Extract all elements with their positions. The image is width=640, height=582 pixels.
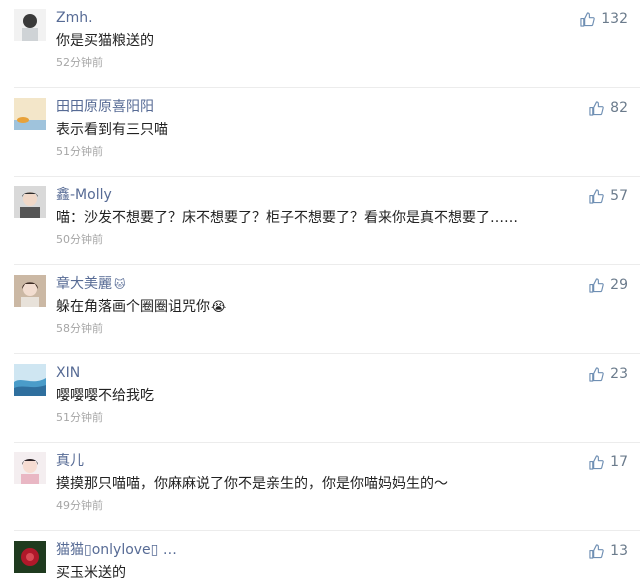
thumbs-up-icon (589, 100, 604, 116)
like-count: 82 (610, 100, 628, 116)
comment-username[interactable]: 章大美麗 🐱 (56, 275, 125, 294)
comment-item: 田田原原喜阳阳 表示看到有三只喵 51分钟前 82 (0, 89, 640, 177)
comment-username[interactable]: 鑫-Molly (56, 186, 112, 204)
avatar[interactable] (14, 541, 46, 573)
cat-emoji-icon: 🐱 (114, 278, 126, 291)
avatar[interactable] (14, 9, 46, 41)
thumbs-up-icon (580, 11, 596, 27)
comment-item: 章大美麗 🐱 躲在角落画个圈圈诅咒你😭 58分钟前 29 (0, 266, 640, 354)
avatar[interactable] (14, 186, 46, 218)
divider (14, 264, 640, 265)
like-count: 132 (601, 11, 628, 27)
comment-item: Zmh. 你是买猫粮送的 52分钟前 132 (0, 0, 640, 88)
thumbs-up-icon (589, 188, 604, 204)
avatar-user-icon (14, 275, 46, 307)
comment-text-body: 躲在角落画个圈圈诅咒你 (56, 299, 210, 315)
divider (14, 87, 640, 88)
comment-username[interactable]: 田田原原喜阳阳 (56, 98, 154, 116)
comment-text: 躲在角落画个圈圈诅咒你😭 (56, 298, 226, 317)
comment-username[interactable]: 真儿 (56, 452, 84, 470)
comment-item: XIN 嘤嘤嘤不给我吃 51分钟前 23 (0, 355, 640, 443)
comment-time: 50分钟前 (56, 233, 103, 246)
comment-username[interactable]: XIN (56, 364, 80, 382)
comment-text: 你是买猫粮送的 (56, 33, 154, 49)
comment-time: 51分钟前 (56, 411, 103, 424)
avatar-user-icon (14, 98, 46, 130)
avatar-user-icon (14, 541, 46, 573)
thumbs-up-icon (589, 454, 604, 470)
comment-item: 猫猫▯onlylove▯ … 买玉米送的 13 (0, 532, 640, 582)
comment-time: 58分钟前 (56, 322, 103, 335)
like-button[interactable]: 17 (589, 453, 628, 471)
comment-text: 嘤嘤嘤不给我吃 (56, 388, 154, 404)
thumbs-up-icon (589, 543, 604, 559)
avatar[interactable] (14, 452, 46, 484)
like-count: 57 (610, 188, 628, 204)
comment-time: 52分钟前 (56, 56, 103, 69)
like-button[interactable]: 132 (580, 10, 628, 28)
avatar[interactable] (14, 98, 46, 130)
like-count: 23 (610, 366, 628, 382)
like-button[interactable]: 29 (589, 276, 628, 294)
comment-text: 摸摸那只喵喵，你麻麻说了你不是亲生的，你是你喵妈妈生的～ (56, 476, 448, 492)
comment-time: 49分钟前 (56, 499, 103, 512)
avatar[interactable] (14, 364, 46, 396)
avatar-user-icon (14, 9, 46, 41)
avatar-user-icon (14, 452, 46, 484)
avatar[interactable] (14, 275, 46, 307)
like-button[interactable]: 57 (589, 187, 628, 205)
comment-username[interactable]: Zmh. (56, 9, 93, 27)
divider (14, 530, 640, 531)
like-count: 13 (610, 543, 628, 559)
comment-text: 喵：沙发不想要了？床不想要了？柜子不想要了？看来你是真不想要了…… (56, 210, 518, 226)
comment-item: 真儿 摸摸那只喵喵，你麻麻说了你不是亲生的，你是你喵妈妈生的～ 49分钟前 17 (0, 443, 640, 531)
comment-username[interactable]: 猫猫▯onlylove▯ … (56, 541, 177, 559)
thumbs-up-icon (589, 277, 604, 293)
comment-time: 51分钟前 (56, 145, 103, 158)
like-button[interactable]: 23 (589, 365, 628, 383)
divider (14, 353, 640, 354)
comment-item: 鑫-Molly 喵：沙发不想要了？床不想要了？柜子不想要了？看来你是真不想要了…… (0, 177, 640, 265)
crying-emoji-icon: 😭 (211, 300, 227, 315)
like-count: 17 (610, 454, 628, 470)
like-button[interactable]: 82 (589, 99, 628, 117)
thumbs-up-icon (589, 366, 604, 382)
avatar-user-icon (14, 186, 46, 218)
username-text: 章大美麗 (56, 276, 112, 292)
avatar-user-icon (14, 364, 46, 396)
like-button[interactable]: 13 (589, 542, 628, 560)
like-count: 29 (610, 277, 628, 293)
comment-text: 表示看到有三只喵 (56, 122, 168, 138)
comment-text: 买玉米送的 (56, 565, 126, 581)
